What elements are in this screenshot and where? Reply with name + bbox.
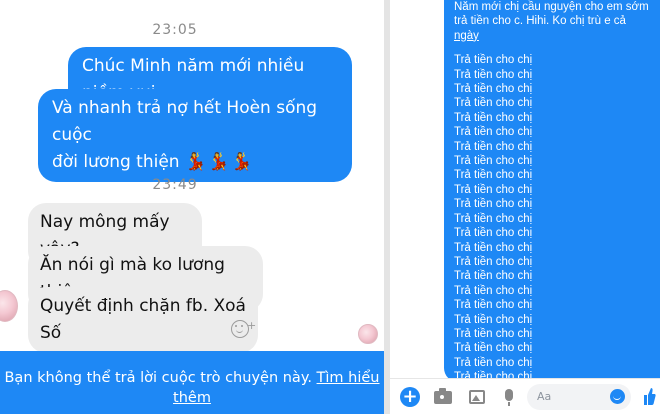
sent-message[interactable]: Và nhanh trả nợ hết Hoèn sống cuộc đời l… bbox=[38, 89, 352, 182]
message-text: Và nhanh trả nợ hết Hoèn sống cuộc bbox=[52, 98, 318, 145]
sent-message[interactable]: Năm mới chị cầu nguyện cho em sớm trả ti… bbox=[444, 0, 660, 398]
repeated-lines: Trả tiền cho chị Trả tiền cho chị Trả tiền… bbox=[454, 53, 652, 399]
repeated-line: Trả tiền cho chị bbox=[454, 270, 533, 283]
message-input[interactable]: Aa bbox=[527, 384, 631, 410]
sender-avatar[interactable] bbox=[0, 290, 18, 322]
repeated-line: Trả tiền cho chị bbox=[454, 183, 533, 196]
repeated-line: Trả tiền cho chị bbox=[454, 227, 533, 240]
message-text: đời lương thiện bbox=[52, 152, 180, 172]
timestamp: 23:49 bbox=[152, 177, 198, 193]
learn-more-link[interactable]: Tìm hiểu bbox=[317, 370, 380, 386]
repeated-line: Trả tiền cho chị bbox=[454, 284, 533, 297]
like-icon[interactable] bbox=[642, 385, 656, 407]
message-text-underlined: ngày bbox=[454, 29, 479, 42]
plus-icon[interactable]: + bbox=[400, 387, 420, 407]
plus-icon: + bbox=[247, 319, 257, 332]
repeated-line: Trả tiền cho chị bbox=[454, 97, 533, 110]
repeated-line: Trả tiền cho chị bbox=[454, 327, 533, 340]
repeated-line: Trả tiền cho chị bbox=[454, 68, 533, 81]
repeated-line: Trả tiền cho chị bbox=[454, 155, 533, 168]
repeated-line: Trả tiền cho chị bbox=[454, 140, 533, 153]
learn-more-link-continued[interactable]: thêm bbox=[173, 390, 211, 406]
message-text: Quyết định chặn fb. Xoá Số bbox=[40, 296, 246, 343]
repeated-line: Trả tiền cho chị bbox=[454, 54, 533, 67]
input-placeholder: Aa bbox=[537, 390, 552, 403]
seen-avatar bbox=[358, 324, 378, 344]
left-conversation: 23:05 Chúc Minh năm mới nhiều niềm vui V… bbox=[0, 0, 384, 414]
repeated-line: Trả tiền cho chị bbox=[454, 83, 533, 96]
emoji-icon[interactable] bbox=[610, 389, 625, 404]
microphone-icon[interactable] bbox=[505, 389, 513, 406]
composer-bar: + Aa bbox=[390, 378, 660, 415]
repeated-line: Trả tiền cho chị bbox=[454, 356, 533, 369]
image-icon[interactable] bbox=[469, 390, 485, 404]
blocked-conversation-banner: Bạn không thể trả lời cuộc trò chuyện nà… bbox=[0, 351, 384, 414]
repeated-line: Trả tiền cho chị bbox=[454, 126, 533, 139]
repeated-line: Trả tiền cho chị bbox=[454, 342, 533, 355]
dancer-emoji: 💃💃💃 bbox=[185, 152, 255, 172]
right-conversation: Năm mới chị cầu nguyện cho em sớm trả ti… bbox=[390, 0, 660, 414]
message-text: trả tiền cho c. Hihi. Ko chị trù e cả bbox=[454, 15, 626, 28]
message-text: Năm mới chị cầu nguyện cho em sớm bbox=[454, 1, 649, 13]
timestamp: 23:05 bbox=[152, 22, 198, 38]
repeated-line: Trả tiền cho chị bbox=[454, 169, 533, 182]
repeated-line: Trả tiền cho chị bbox=[454, 241, 533, 254]
repeated-line: Trả tiền cho chị bbox=[454, 212, 533, 225]
camera-icon[interactable] bbox=[434, 388, 452, 404]
repeated-line: Trả tiền cho chị bbox=[454, 299, 533, 312]
banner-text: Bạn không thể trả lời cuộc trò chuyện nà… bbox=[4, 370, 312, 386]
repeated-line: Trả tiền cho chị bbox=[454, 313, 533, 326]
repeated-line: Trả tiền cho chị bbox=[454, 198, 533, 211]
received-message[interactable]: Quyết định chặn fb. Xoá Số bbox=[28, 287, 258, 353]
repeated-line: Trả tiền cho chị bbox=[454, 255, 533, 268]
repeated-line: Trả tiền cho chị bbox=[454, 111, 533, 124]
